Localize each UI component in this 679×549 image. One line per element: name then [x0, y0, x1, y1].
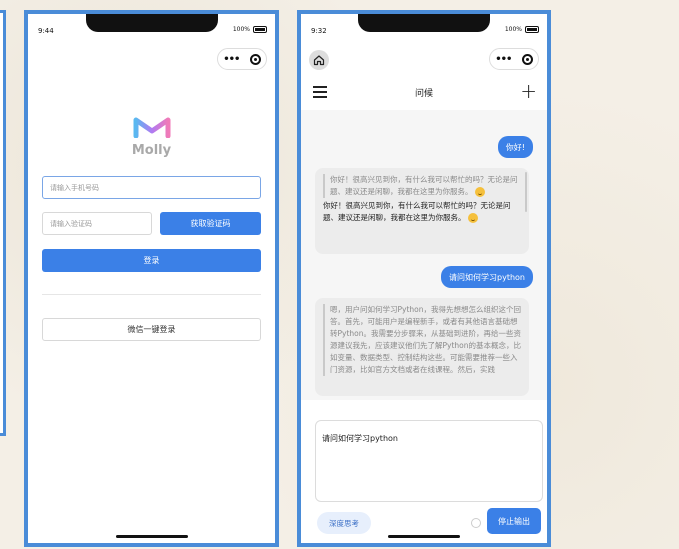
phone-number-input[interactable]: 请输入手机号码 [42, 176, 261, 199]
battery-icon [253, 26, 267, 33]
logo-text: Molly [131, 143, 172, 158]
message-input-text[interactable]: 请问如何学习python [322, 433, 398, 444]
login-phone: 9:44 100% ••• Molly 请输入手机号码 请输入验证码 获取验证码… [24, 10, 279, 547]
login-button[interactable]: 登录 [42, 249, 261, 272]
ai-thinking-text: 嗯，用户问如何学习Python，我得先想想怎么组织这个回答。首先，可能用户是编程… [323, 304, 521, 376]
status-indicators: 100% [233, 26, 267, 33]
battery-icon [525, 26, 539, 33]
get-code-button[interactable]: 获取验证码 [160, 212, 261, 235]
new-chat-icon[interactable]: + [520, 80, 537, 102]
home-indicator [115, 535, 188, 538]
reply-content: 你好！很高兴见到你，有什么我可以帮忙的吗？无论是问题、建议还是闲聊，我都在这里为… [323, 201, 511, 222]
ai-reply-text: 你好！很高兴见到你，有什么我可以帮忙的吗？无论是问题、建议还是闲聊，我都在这里为… [323, 200, 521, 224]
home-button[interactable] [309, 50, 329, 70]
close-target-icon[interactable] [249, 53, 261, 65]
mini-program-capsule[interactable]: ••• [217, 48, 267, 70]
app-logo: Molly [122, 116, 182, 158]
mini-program-capsule[interactable]: ••• [489, 48, 539, 70]
more-icon[interactable]: ••• [495, 54, 512, 65]
message-input[interactable]: 请问如何学习python [315, 420, 543, 502]
home-indicator [388, 535, 460, 538]
previous-phone-frame [0, 10, 6, 436]
molly-logo-icon [133, 117, 170, 139]
stop-output-button[interactable]: 停止输出 [487, 508, 541, 534]
thinking-content: 你好！很高兴见到你，有什么我可以帮忙的吗？无论是问题、建议还是闲聊，我都在这里为… [330, 175, 518, 196]
chat-phone: 9:32 100% ••• 问候 + 你好! 你好！很高兴见到你，有什么我可以帮… [297, 10, 551, 547]
nav-bar: 问候 + [301, 80, 547, 104]
close-target-icon[interactable] [521, 53, 533, 65]
ai-message: 嗯，用户问如何学习Python，我得先想想怎么组织这个回答。首先，可能用户是编程… [315, 298, 529, 396]
notch [85, 14, 218, 32]
status-time: 9:32 [311, 27, 327, 35]
home-icon [313, 55, 325, 66]
smile-emoji-icon [474, 187, 485, 197]
chat-area[interactable]: 你好! 你好！很高兴见到你，有什么我可以帮忙的吗？无论是问题、建议还是闲聊，我都… [301, 110, 547, 400]
chat-title: 问候 [414, 89, 433, 99]
battery-percent: 100% [504, 26, 522, 33]
ai-message: 你好！很高兴见到你，有什么我可以帮忙的吗？无论是问题、建议还是闲聊，我都在这里为… [315, 168, 529, 254]
wechat-login-button[interactable]: 微信一键登录 [42, 318, 261, 341]
loading-spinner-icon [471, 518, 481, 528]
smile-emoji-icon [467, 213, 478, 223]
more-icon[interactable]: ••• [223, 54, 240, 65]
verification-code-input[interactable]: 请输入验证码 [42, 212, 152, 235]
status-time: 9:44 [38, 27, 54, 35]
divider [42, 294, 261, 295]
user-message: 你好! [497, 136, 533, 158]
ai-thinking-text: 你好！很高兴见到你，有什么我可以帮忙的吗？无论是问题、建议还是闲聊，我都在这里为… [323, 174, 521, 198]
battery-percent: 100% [232, 26, 250, 33]
notch [358, 14, 490, 32]
status-indicators: 100% [505, 26, 539, 33]
user-message: 请问如何学习python [441, 266, 533, 288]
deep-think-button[interactable]: 深度思考 [317, 512, 371, 534]
scrollbar[interactable] [525, 172, 527, 212]
